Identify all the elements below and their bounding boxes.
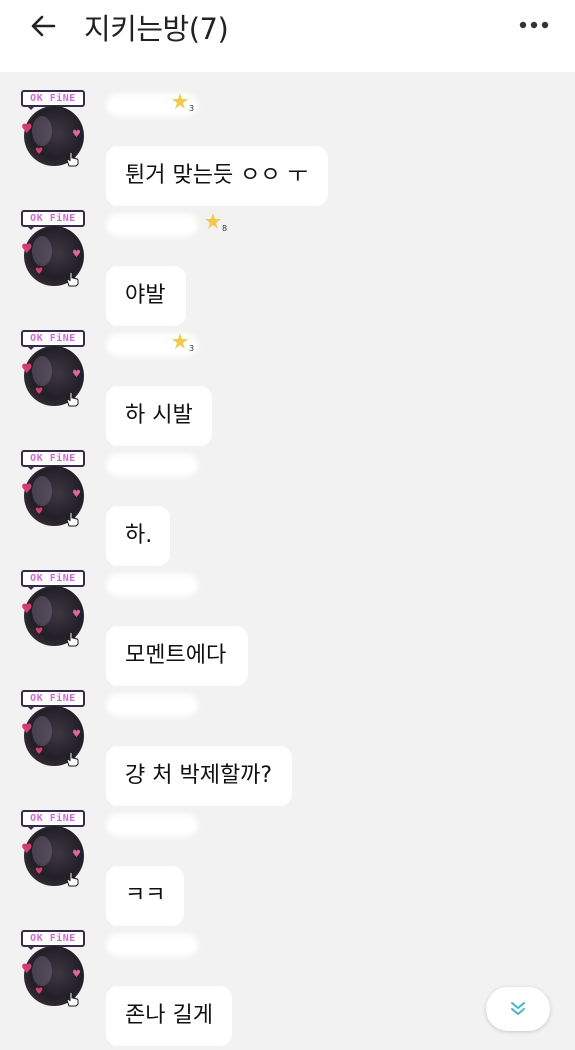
message-bubble[interactable]: ㅋㅋ (106, 866, 184, 926)
heart-icon: ♥ (72, 249, 81, 260)
avatar-photo (32, 956, 52, 986)
avatar-photo (32, 476, 52, 506)
more-horizontal-icon (519, 21, 549, 29)
heart-icon: ♥ (35, 627, 44, 637)
pointer-hand-icon (66, 871, 79, 887)
level-number: 8 (222, 224, 227, 233)
heart-icon: ♥ (35, 867, 44, 877)
heart-icon: ♥ (72, 729, 81, 740)
avatar-photo (32, 356, 52, 386)
level-badge-icon: 3 (172, 93, 194, 113)
ok-fine-badge: OK FiNE (21, 450, 85, 470)
pointer-hand-icon (66, 391, 79, 407)
heart-icon: ♥ (35, 147, 44, 157)
ok-fine-badge: OK FiNE (21, 570, 85, 590)
message-bubble[interactable]: 존나 길게 (106, 986, 232, 1046)
pointer-hand-icon (66, 271, 79, 287)
heart-icon: ♥ (21, 842, 33, 857)
back-button[interactable] (26, 10, 60, 42)
heart-icon: ♥ (21, 122, 33, 137)
avatar-photo (32, 596, 52, 626)
chat-message: OK FiNE ♥ ♥ ♥ ㅋㅋ (0, 810, 575, 930)
heart-icon: ♥ (35, 507, 44, 517)
heart-icon: ♥ (35, 387, 44, 397)
pointer-hand-icon (66, 511, 79, 527)
avatar-photo (32, 236, 52, 266)
heart-icon: ♥ (21, 482, 33, 497)
ok-fine-badge: OK FiNE (21, 810, 85, 830)
chat-message: OK FiNE ♥ ♥ ♥ 걍 처 박제할까? (0, 690, 575, 810)
heart-icon: ♥ (72, 369, 81, 380)
heart-icon: ♥ (72, 969, 81, 980)
chat-message: OK FiNE ♥ ♥ ♥ 하. (0, 450, 575, 570)
heart-icon: ♥ (72, 849, 81, 860)
heart-icon: ♥ (35, 987, 44, 997)
scroll-to-bottom-button[interactable] (486, 987, 550, 1031)
ok-fine-badge: OK FiNE (21, 930, 85, 950)
ok-fine-badge: OK FiNE (21, 210, 85, 230)
heart-icon: ♥ (21, 602, 33, 617)
chat-header: 지키는방(7) (0, 0, 575, 72)
sender-name-redacted (106, 574, 198, 596)
message-bubble[interactable]: 하. (106, 506, 170, 566)
sender-name-redacted (106, 814, 198, 836)
avatar-photo (32, 716, 52, 746)
message-list[interactable]: OK FiNE ♥ ♥ ♥ 3 튄거 맞는듯 ㅇㅇ ㅜ OK FiNE ♥ ♥ ♥ 8 야발 OK Fi… (0, 72, 575, 1046)
message-bubble[interactable]: 걍 처 박제할까? (106, 746, 292, 806)
heart-icon: ♥ (72, 489, 81, 500)
heart-icon: ♥ (35, 747, 44, 757)
ok-fine-badge: OK FiNE (21, 690, 85, 710)
heart-icon: ♥ (21, 962, 33, 977)
heart-icon: ♥ (21, 722, 33, 737)
chat-message: OK FiNE ♥ ♥ ♥ 3 하 시발 (0, 330, 575, 450)
heart-icon: ♥ (35, 267, 44, 277)
level-badge-icon: 3 (172, 333, 194, 353)
level-number: 3 (189, 344, 194, 353)
more-options-button[interactable] (517, 12, 551, 38)
level-badge-icon: 8 (205, 213, 227, 233)
level-number: 3 (189, 104, 194, 113)
sender-name-redacted (106, 454, 198, 476)
chat-message: OK FiNE ♥ ♥ ♥ 8 야발 (0, 210, 575, 330)
sender-name-redacted (106, 694, 198, 716)
message-bubble[interactable]: 하 시발 (106, 386, 212, 446)
ok-fine-badge: OK FiNE (21, 90, 85, 110)
message-bubble[interactable]: 튄거 맞는듯 ㅇㅇ ㅜ (106, 146, 328, 206)
arrow-left-icon (31, 15, 56, 37)
chat-message: OK FiNE ♥ ♥ ♥ 3 튄거 맞는듯 ㅇㅇ ㅜ (0, 90, 575, 210)
heart-icon: ♥ (72, 129, 81, 140)
avatar-photo (32, 116, 52, 146)
heart-icon: ♥ (21, 242, 33, 257)
chat-message: OK FiNE ♥ ♥ ♥ 존나 길게 (0, 930, 575, 1050)
heart-icon: ♥ (21, 362, 33, 377)
chat-message: OK FiNE ♥ ♥ ♥ 모멘트에다 (0, 570, 575, 690)
sender-name-redacted (106, 214, 198, 236)
pointer-hand-icon (66, 991, 79, 1007)
pointer-hand-icon (66, 151, 79, 167)
sender-name-redacted (106, 934, 198, 956)
chat-room-title: 지키는방(7) (84, 12, 229, 46)
avatar-photo (32, 836, 52, 866)
pointer-hand-icon (66, 751, 79, 767)
message-bubble[interactable]: 모멘트에다 (106, 626, 248, 686)
heart-icon: ♥ (72, 609, 81, 620)
double-chevron-down-icon (511, 1002, 525, 1015)
ok-fine-badge: OK FiNE (21, 330, 85, 350)
message-bubble[interactable]: 야발 (106, 266, 186, 326)
pointer-hand-icon (66, 631, 79, 647)
